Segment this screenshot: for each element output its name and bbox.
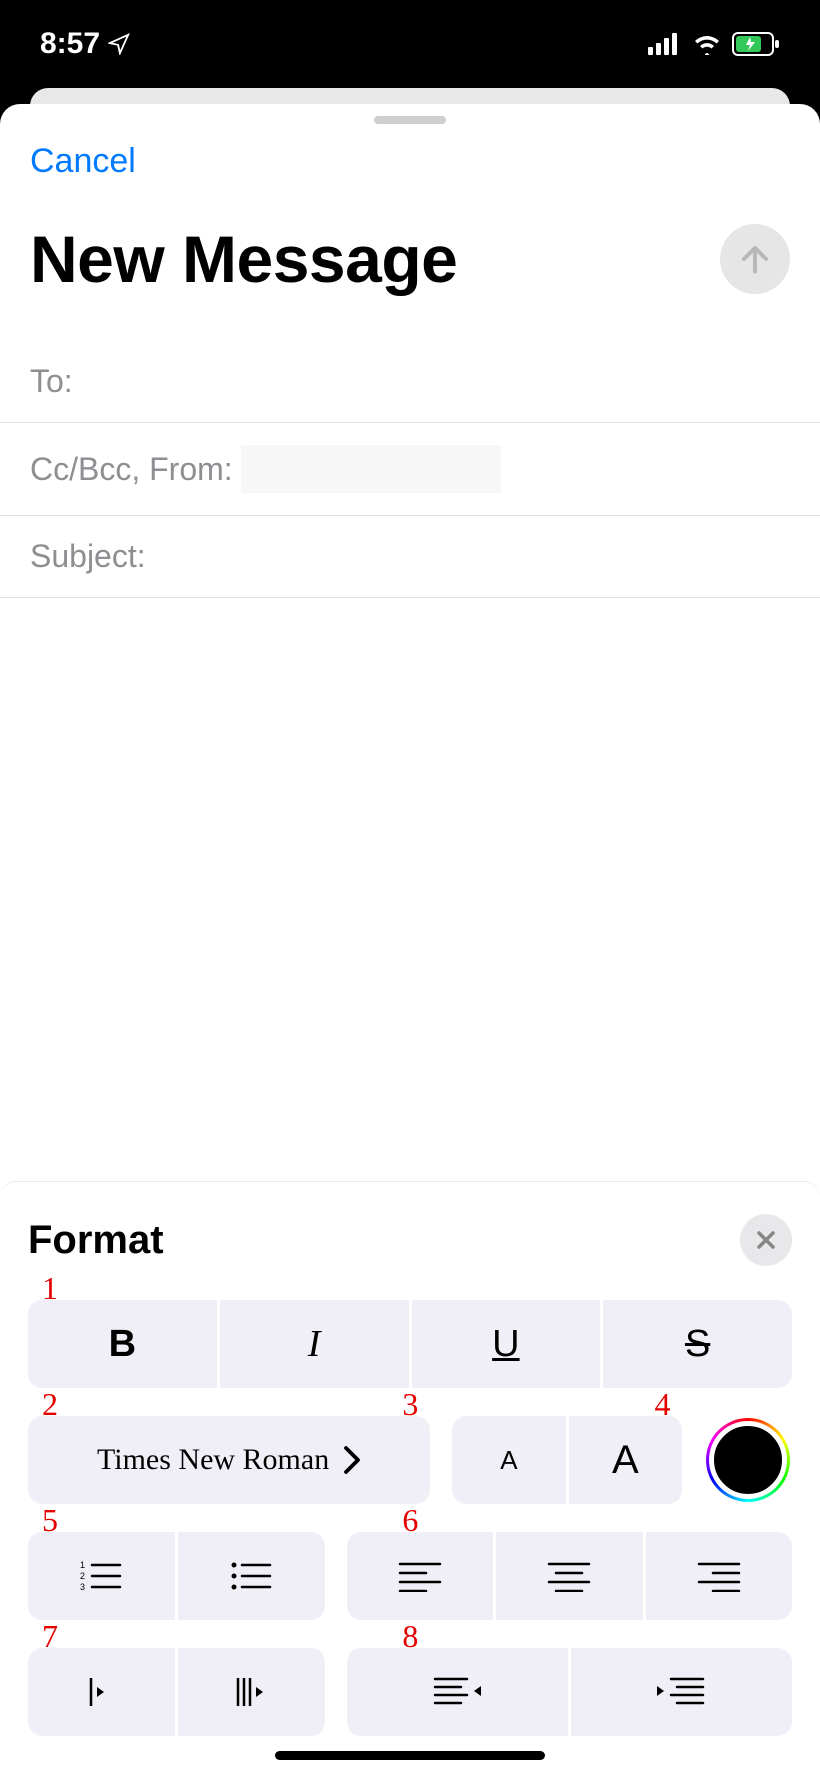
decrease-indent-icon: [431, 1675, 483, 1709]
compose-title: New Message: [30, 221, 457, 297]
bold-button[interactable]: B: [28, 1300, 217, 1388]
annotation-5: 5: [42, 1502, 58, 1539]
align-center-button[interactable]: [496, 1532, 642, 1620]
font-name-label: Times New Roman: [97, 1443, 329, 1477]
direction-indent-row: 7 8: [28, 1648, 792, 1736]
format-panel: Format 1 B I U S 2 3 4: [0, 1181, 820, 1776]
subject-field[interactable]: Subject:: [0, 516, 820, 598]
annotation-1: 1: [42, 1270, 58, 1307]
align-right-icon: [697, 1560, 741, 1592]
wifi-icon: [692, 33, 722, 55]
increase-indent-button[interactable]: [571, 1648, 792, 1736]
ccbcc-field[interactable]: Cc/Bcc, From:: [0, 423, 820, 516]
align-center-icon: [547, 1560, 591, 1592]
strikethrough-button[interactable]: S: [603, 1300, 792, 1388]
italic-button[interactable]: I: [220, 1300, 409, 1388]
cellular-icon: [648, 33, 682, 55]
close-icon: [754, 1228, 778, 1252]
font-row: 2 3 4 Times New Roman A A: [28, 1416, 792, 1504]
decrease-font-button[interactable]: A: [452, 1416, 565, 1504]
svg-text:1: 1: [80, 1560, 85, 1570]
bulleted-list-button[interactable]: [178, 1532, 325, 1620]
decrease-indent-button[interactable]: [347, 1648, 568, 1736]
time-text: 8:57: [40, 27, 100, 61]
sheet-grabber[interactable]: [374, 116, 446, 124]
ltr-icon: [84, 1674, 118, 1710]
increase-font-button[interactable]: A: [569, 1416, 682, 1504]
ccbcc-label: Cc/Bcc, From:: [30, 451, 233, 488]
numbered-list-button[interactable]: 123: [28, 1532, 175, 1620]
send-button[interactable]: [720, 224, 790, 294]
status-icons: [648, 32, 780, 56]
svg-text:3: 3: [80, 1582, 85, 1592]
status-bar: 8:57: [0, 0, 820, 88]
align-right-button[interactable]: [646, 1532, 792, 1620]
status-time: 8:57: [40, 27, 130, 61]
home-indicator[interactable]: [275, 1751, 545, 1760]
compose-sheet: Cancel New Message To: Cc/Bcc, From: Sub…: [0, 104, 820, 1776]
title-row: New Message: [0, 191, 820, 341]
to-field[interactable]: To:: [0, 341, 820, 423]
message-body[interactable]: [0, 598, 820, 1181]
format-header: Format: [28, 1214, 792, 1266]
annotation-4: 4: [654, 1386, 670, 1423]
annotation-6: 6: [402, 1502, 418, 1539]
color-wheel-icon: [706, 1418, 790, 1502]
increase-indent-icon: [655, 1675, 707, 1709]
ltr-direction-button[interactable]: [28, 1648, 175, 1736]
location-arrow-icon: [108, 33, 130, 55]
arrow-up-icon: [736, 240, 774, 278]
close-format-button[interactable]: [740, 1214, 792, 1266]
list-align-row: 5 6 123: [28, 1532, 792, 1620]
underline-button[interactable]: U: [412, 1300, 601, 1388]
font-picker-button[interactable]: Times New Roman: [28, 1416, 430, 1504]
subject-label: Subject:: [30, 538, 146, 575]
format-title: Format: [28, 1218, 164, 1263]
bulleted-list-icon: [228, 1558, 274, 1594]
rtl-direction-button[interactable]: [178, 1648, 325, 1736]
cancel-button[interactable]: Cancel: [0, 134, 820, 191]
to-label: To:: [30, 363, 73, 400]
annotation-7: 7: [42, 1618, 58, 1655]
annotation-3: 3: [402, 1386, 418, 1423]
numbered-list-icon: 123: [78, 1558, 124, 1594]
battery-icon: [732, 32, 780, 56]
from-address-redacted: [241, 445, 501, 493]
align-left-icon: [398, 1560, 442, 1592]
text-color-button[interactable]: [704, 1416, 792, 1504]
rtl-icon: [231, 1674, 271, 1710]
annotation-2: 2: [42, 1386, 58, 1423]
svg-text:2: 2: [80, 1571, 85, 1581]
chevron-right-icon: [343, 1445, 361, 1475]
style-row: 1 B I U S: [28, 1300, 792, 1388]
align-left-button[interactable]: [347, 1532, 493, 1620]
annotation-8: 8: [402, 1618, 418, 1655]
